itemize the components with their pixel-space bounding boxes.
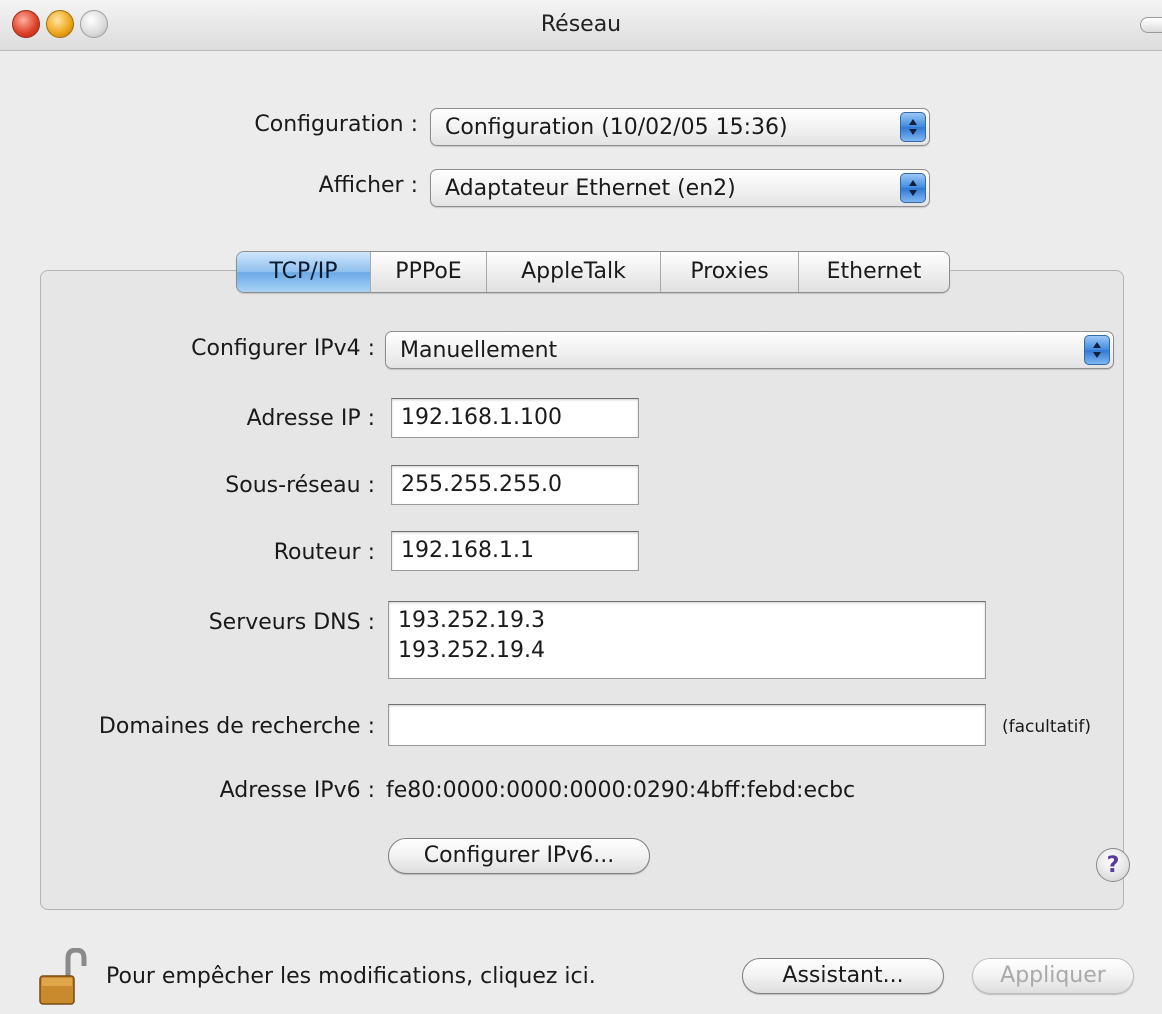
- tab-proxies[interactable]: Proxies: [661, 252, 799, 292]
- popup-arrows-icon: [900, 112, 926, 142]
- toolbar-toggle-button[interactable]: [1140, 17, 1162, 33]
- configuration-label: Configuration :: [254, 112, 418, 137]
- ip-address-label: Adresse IP :: [246, 406, 375, 431]
- search-domains-field[interactable]: [388, 704, 986, 746]
- ipv6-address-value: fe80:0000:0000:0000:0290:4bff:febd:ecbc: [386, 778, 856, 803]
- subnet-field[interactable]: 255.255.255.0: [391, 465, 639, 505]
- ipv6-address-label: Adresse IPv6 :: [219, 778, 375, 803]
- popup-arrows-icon: [1084, 335, 1110, 365]
- afficher-popup-value: Adaptateur Ethernet (en2): [445, 176, 736, 201]
- popup-arrows-icon: [900, 173, 926, 203]
- ip-address-field[interactable]: 192.168.1.100: [391, 398, 639, 438]
- configuration-popup-value: Configuration (10/02/05 15:36): [445, 115, 788, 140]
- lock-icon[interactable]: [38, 947, 88, 1006]
- configure-ipv4-label: Configurer IPv4 :: [191, 336, 375, 361]
- dns-server-entry: 193.252.19.4: [398, 638, 545, 663]
- window-title: Réseau: [540, 12, 622, 37]
- search-domains-label: Domaines de recherche :: [98, 714, 375, 739]
- assistant-button[interactable]: Assistant...: [742, 958, 944, 994]
- tab-ethernet[interactable]: Ethernet: [799, 252, 949, 292]
- apply-button[interactable]: Appliquer: [972, 958, 1134, 994]
- tab-tcpip[interactable]: TCP/IP: [237, 252, 371, 292]
- configuration-popup[interactable]: Configuration (10/02/05 15:36): [430, 108, 930, 146]
- dns-server-entry: 193.252.19.3: [398, 608, 545, 633]
- configure-ipv4-popup[interactable]: Manuellement: [385, 331, 1114, 369]
- configure-ipv4-popup-value: Manuellement: [400, 338, 558, 363]
- dns-servers-field[interactable]: 193.252.19.3 193.252.19.4: [388, 601, 986, 679]
- tab-appletalk[interactable]: AppleTalk: [487, 252, 661, 292]
- lock-text[interactable]: Pour empêcher les modifications, cliquez…: [106, 964, 596, 989]
- afficher-label: Afficher :: [318, 173, 418, 198]
- afficher-popup[interactable]: Adaptateur Ethernet (en2): [430, 169, 930, 207]
- network-preferences-window: Réseau Configuration : Configuration (10…: [0, 0, 1162, 1014]
- router-field[interactable]: 192.168.1.1: [391, 531, 639, 571]
- dns-servers-label: Serveurs DNS :: [208, 610, 375, 635]
- configure-ipv6-button[interactable]: Configurer IPv6...: [388, 838, 650, 874]
- optional-note: (facultatif): [1002, 717, 1091, 737]
- title-bar[interactable]: Réseau: [0, 0, 1162, 51]
- router-label: Routeur :: [273, 540, 375, 565]
- help-button[interactable]: ?: [1096, 848, 1130, 882]
- tab-pppoe[interactable]: PPPoE: [371, 252, 487, 292]
- tab-bar: TCP/IP PPPoE AppleTalk Proxies Ethernet: [236, 251, 950, 293]
- subnet-label: Sous-réseau :: [225, 473, 375, 498]
